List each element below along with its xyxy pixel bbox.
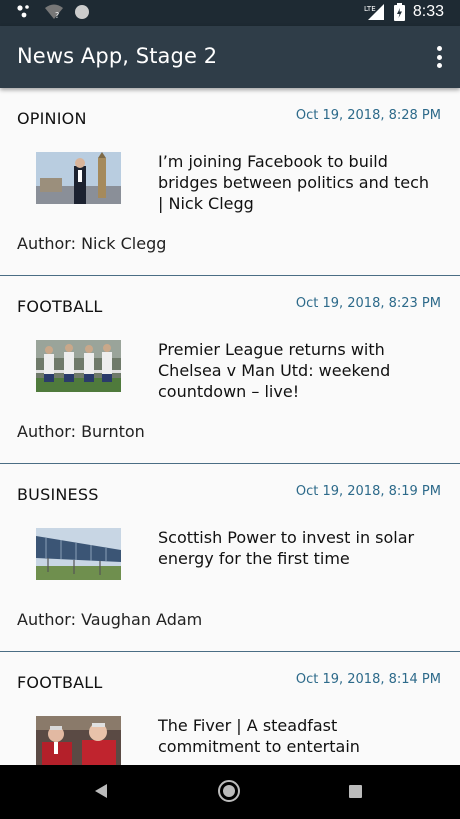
- article-author: Author: Burnton: [17, 422, 145, 441]
- article-card[interactable]: OPINION Oct 19, 2018, 8:28 PM I’m joinin…: [0, 88, 460, 276]
- article-card[interactable]: FOOTBALL Oct 19, 2018, 8:23 PM Premier L…: [0, 276, 460, 464]
- article-author: Author: Nick Clegg: [17, 234, 167, 253]
- notification-icon: [17, 5, 29, 18]
- sync-icon: [75, 5, 89, 19]
- article-headline[interactable]: Premier League returns with Chelsea v Ma…: [158, 339, 438, 402]
- article-headline[interactable]: I’m joining Facebook to build bridges be…: [158, 151, 438, 214]
- article-section: FOOTBALL: [17, 297, 103, 316]
- svg-text:LTE: LTE: [364, 5, 376, 13]
- article-card[interactable]: FOOTBALL Oct 19, 2018, 8:14 PM The Fiver…: [0, 652, 460, 765]
- home-icon[interactable]: [218, 780, 240, 802]
- app-bar: News App, Stage 2: [0, 26, 460, 88]
- battery-icon: [393, 3, 405, 21]
- article-thumbnail[interactable]: [36, 340, 121, 392]
- status-time: 8:33: [412, 3, 444, 20]
- article-thumbnail[interactable]: [36, 716, 121, 765]
- article-date: Oct 19, 2018, 8:28 PM: [295, 108, 441, 123]
- back-icon[interactable]: [94, 783, 108, 799]
- signal-icon: LTE: [364, 4, 384, 20]
- article-author: Author: Vaughan Adam: [17, 610, 203, 629]
- overflow-menu-icon[interactable]: [432, 44, 446, 70]
- svg-text:?: ?: [55, 11, 59, 20]
- wifi-icon: ?: [45, 4, 63, 20]
- article-date: Oct 19, 2018, 8:23 PM: [295, 296, 441, 311]
- article-section: OPINION: [17, 109, 87, 128]
- article-thumbnail[interactable]: [36, 152, 121, 204]
- article-thumbnail[interactable]: [36, 528, 121, 580]
- article-list[interactable]: OPINION Oct 19, 2018, 8:28 PM I’m joinin…: [0, 88, 460, 765]
- status-left-icons: ?: [16, 4, 90, 20]
- status-bar: ? LTE 8:33: [0, 0, 460, 26]
- article-headline[interactable]: Scottish Power to invest in solar energy…: [158, 527, 438, 569]
- app-title: News App, Stage 2: [17, 44, 218, 68]
- article-date: Oct 19, 2018, 8:19 PM: [295, 484, 441, 499]
- article-card[interactable]: BUSINESS Oct 19, 2018, 8:19 PM Scottish …: [0, 464, 460, 652]
- article-section: FOOTBALL: [17, 673, 103, 692]
- status-right-icons: LTE 8:33: [364, 3, 444, 21]
- article-headline[interactable]: The Fiver | A steadfast commitment to en…: [158, 715, 438, 757]
- system-nav-bar: [0, 765, 460, 819]
- article-section: BUSINESS: [17, 485, 99, 504]
- recent-apps-icon[interactable]: [349, 785, 362, 798]
- article-date: Oct 19, 2018, 8:14 PM: [295, 672, 441, 687]
